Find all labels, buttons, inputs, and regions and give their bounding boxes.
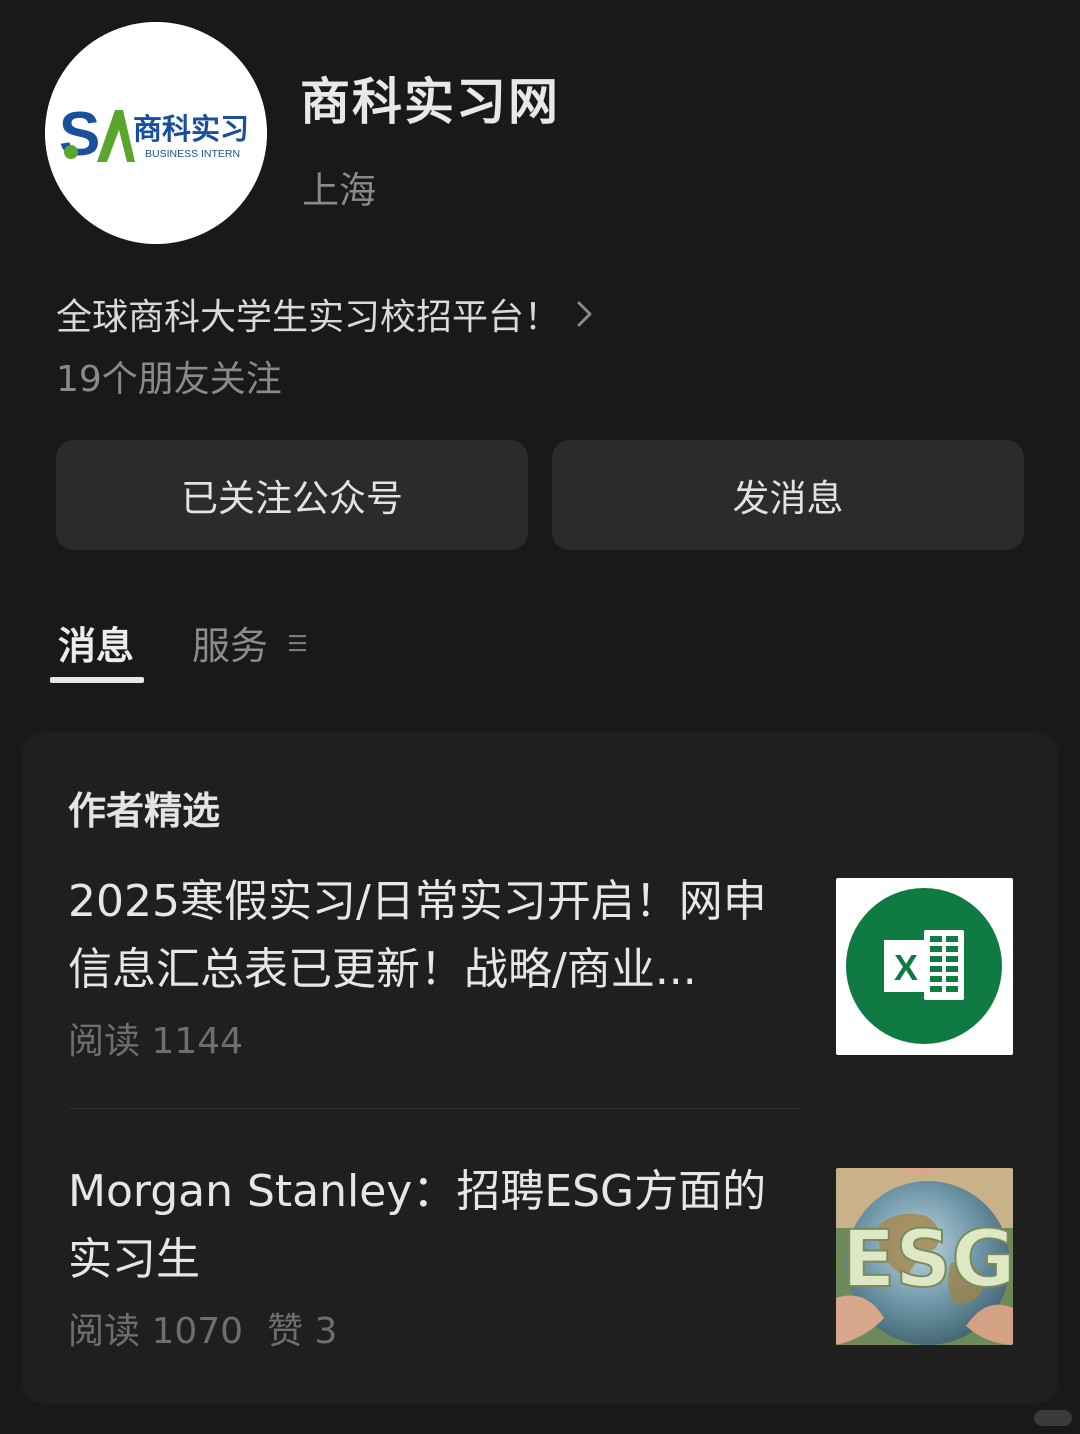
logo-dot-icon <box>64 145 78 159</box>
chevron-right-icon <box>577 301 592 327</box>
article-title: Morgan Stanley：招聘ESG方面的实习生 <box>68 1166 767 1285</box>
tab-messages[interactable]: 消息 <box>58 615 134 670</box>
article-divider <box>68 1108 798 1109</box>
excel-icon: X <box>836 878 1013 1055</box>
account-name: 商科实习网 <box>300 73 560 131</box>
article-meta: 阅读 1144 <box>68 1012 243 1064</box>
account-location: 上海 <box>302 169 376 212</box>
business-intern-logo: S 商科实习 BUSINESS INTERN <box>45 22 267 244</box>
esg-globe-image: ESG <box>836 1168 1013 1345</box>
tab-services-label: 服务 <box>192 624 269 668</box>
section-title: 作者精选 <box>68 789 221 833</box>
esg-thumb-text: ESG <box>842 1215 1013 1305</box>
tab-services[interactable]: 服务 <box>192 615 308 670</box>
logo-en-text: BUSINESS INTERN <box>145 148 240 160</box>
article-item[interactable]: Morgan Stanley：招聘ESG方面的实习生 阅读 1070 赞 3 E… <box>68 1158 1013 1358</box>
article-read-count: 阅读 1070 <box>68 1311 244 1352</box>
watermark-badge <box>1034 1410 1072 1426</box>
article-item[interactable]: 2025寒假实习/日常实习开启！网申信息汇总表已更新！战略/商业... 阅读 1… <box>68 868 1013 1068</box>
menu-icon <box>289 634 307 651</box>
logo-initial-s: S <box>59 100 100 169</box>
article-title: 2025寒假实习/日常实习开启！网申信息汇总表已更新！战略/商业... <box>68 876 767 995</box>
account-intro-link[interactable]: 全球商科大学生实习校招平台！ <box>56 288 596 340</box>
account-intro-text: 全球商科大学生实习校招平台！ <box>56 297 561 338</box>
article-meta: 阅读 1070 赞 3 <box>68 1302 337 1354</box>
friends-following-count[interactable]: 19个朋友关注 <box>56 350 282 402</box>
article-read-count: 阅读 1144 <box>68 1021 244 1062</box>
active-tab-indicator <box>50 677 144 683</box>
logo-cn-text: 商科实习 <box>133 112 249 146</box>
followed-account-button[interactable]: 已关注公众号 <box>56 440 528 550</box>
article-thumbnail: ESG <box>836 1168 1013 1345</box>
article-thumbnail: X <box>836 878 1013 1055</box>
svg-text:X: X <box>894 947 918 988</box>
official-account-profile-page: S 商科实习 BUSINESS INTERN 商科实习网 上海 全球商科大学生实… <box>0 0 1080 1434</box>
article-like-count: 赞 3 <box>267 1311 338 1352</box>
account-avatar[interactable]: S 商科实习 BUSINESS INTERN <box>45 22 267 244</box>
send-message-button[interactable]: 发消息 <box>552 440 1024 550</box>
